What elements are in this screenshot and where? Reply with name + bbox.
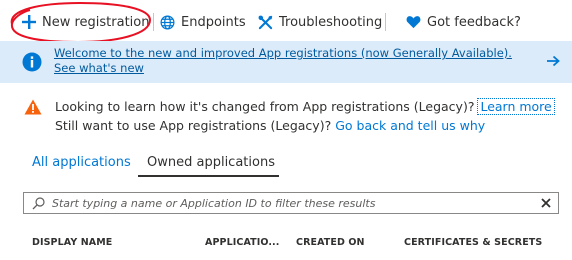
search-icon	[32, 197, 45, 210]
info-icon	[22, 52, 42, 72]
plus-icon	[22, 15, 36, 29]
troubleshooting-button[interactable]: Troubleshooting	[258, 10, 382, 34]
legacy-notice: Looking to learn how it's changed from A…	[55, 98, 555, 115]
tab-owned-applications[interactable]: Owned applications	[147, 155, 275, 170]
learn-more-link[interactable]: Learn more	[477, 98, 555, 115]
wrench-screwdriver-icon	[258, 15, 273, 29]
warning-icon	[24, 99, 42, 115]
legacy-notice-text: Looking to learn how it's changed from A…	[55, 99, 475, 114]
toolbar-divider	[385, 13, 386, 31]
info-banner[interactable]: Welcome to the new and improved App regi…	[0, 41, 572, 83]
column-header-certificates-secrets[interactable]: CERTIFICATES & SECRETS	[404, 237, 542, 248]
filter-box	[23, 192, 559, 214]
tab-all-applications[interactable]: All applications	[32, 155, 131, 170]
globe-icon	[160, 15, 175, 29]
banner-link[interactable]: Welcome to the new and improved App regi…	[54, 46, 530, 76]
toolbar-divider	[153, 13, 154, 31]
command-bar: New registration Endpoints Troubleshooti…	[0, 0, 572, 44]
selected-tab-indicator	[138, 175, 279, 177]
legacy-return-text: Still want to use App registrations (Leg…	[55, 118, 332, 133]
column-header-display-name[interactable]: DISPLAY NAME	[32, 237, 112, 248]
column-header-application-id[interactable]: APPLICATIO...	[205, 237, 279, 248]
heart-icon	[406, 16, 421, 29]
troubleshooting-label: Troubleshooting	[279, 14, 383, 30]
feedback-button[interactable]: Got feedback?	[406, 10, 521, 34]
close-icon[interactable]	[541, 198, 551, 208]
column-header-created-on[interactable]: CREATED ON	[296, 237, 365, 248]
endpoints-label: Endpoints	[181, 14, 246, 30]
new-registration-button[interactable]: New registration	[22, 10, 150, 34]
filter-input[interactable]	[52, 194, 532, 212]
feedback-label: Got feedback?	[427, 14, 521, 30]
legacy-return-notice: Still want to use App registrations (Leg…	[55, 118, 485, 133]
new-registration-label: New registration	[42, 14, 150, 30]
arrow-right-icon[interactable]	[546, 55, 560, 67]
endpoints-button[interactable]: Endpoints	[160, 10, 246, 34]
go-back-link[interactable]: Go back and tell us why	[335, 118, 485, 133]
